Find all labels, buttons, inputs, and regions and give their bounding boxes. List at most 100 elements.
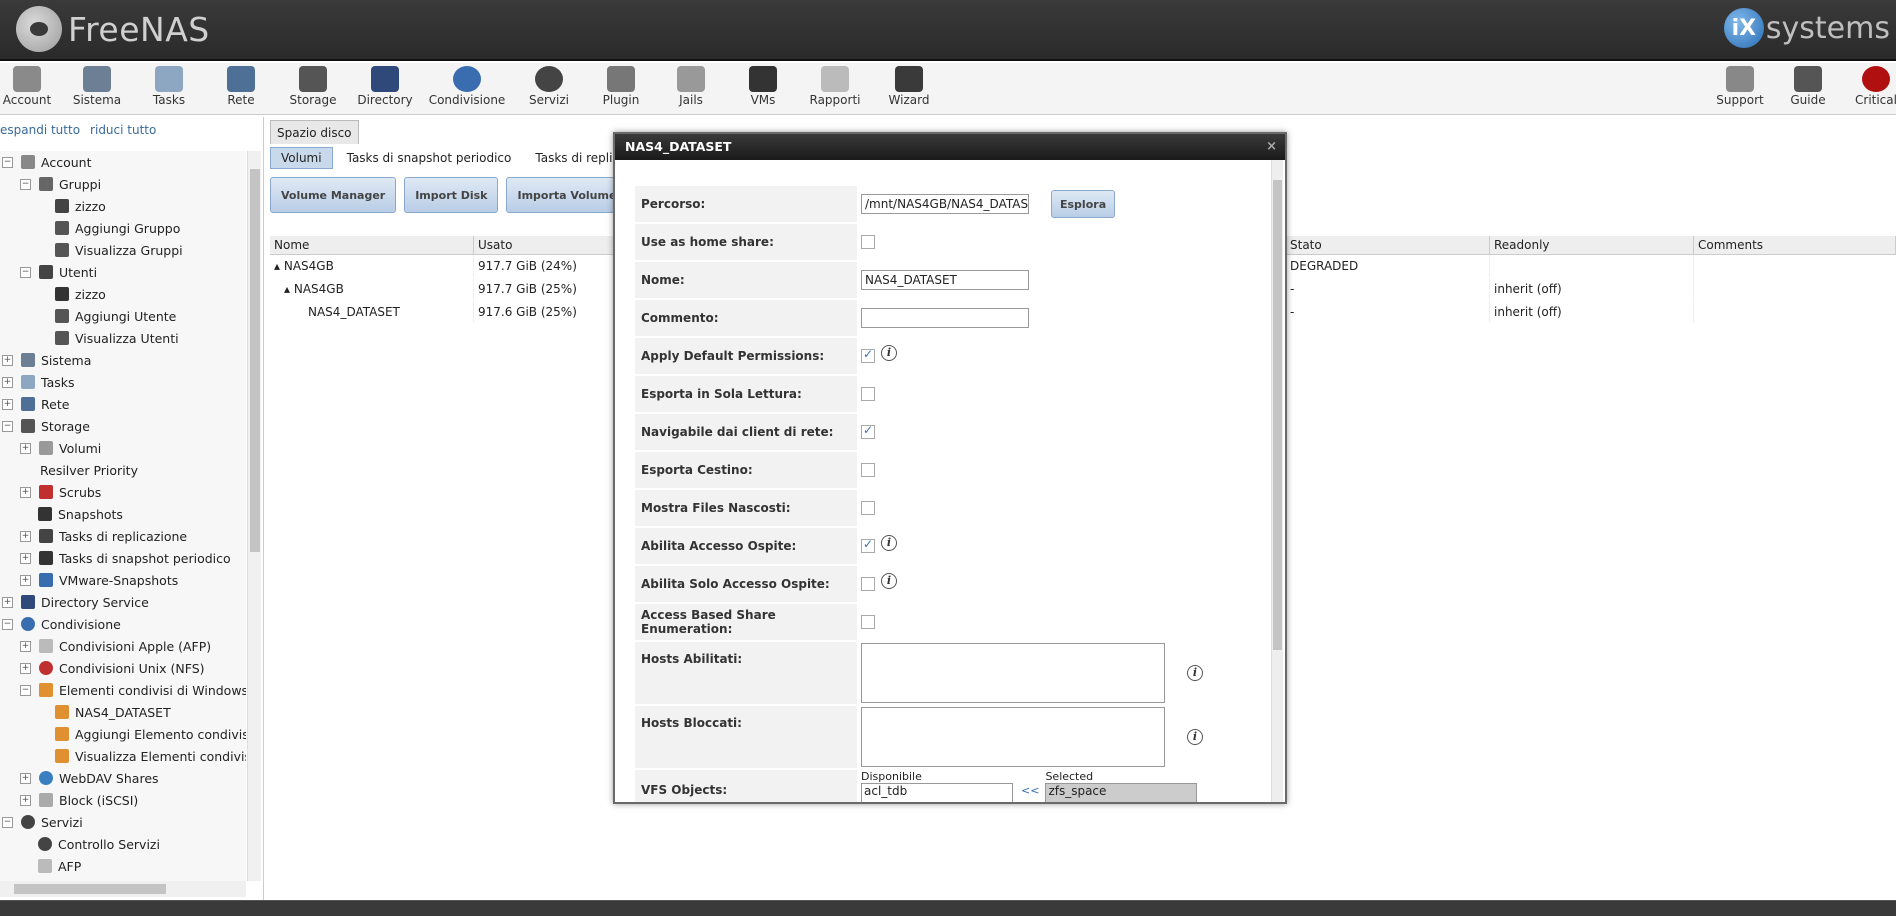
expand-toggle[interactable]: + [2, 398, 13, 410]
scroll-thumb[interactable] [14, 884, 166, 894]
subtab-periodic-snapshots[interactable]: Tasks di snapshot periodico [337, 148, 522, 168]
toolbar-jails-button[interactable]: Jails [656, 66, 726, 107]
comment-field[interactable] [861, 308, 1029, 328]
hidden-files-checkbox[interactable] [861, 501, 875, 515]
toolbar-directory-button[interactable]: Directory [350, 66, 420, 107]
info-icon[interactable]: i [1187, 729, 1203, 745]
tree-item-sistema[interactable]: + Sistema [2, 349, 91, 371]
expand-toggle[interactable]: + [20, 794, 31, 806]
tree-item-resilver-priority[interactable]: Resilver Priority [40, 459, 138, 481]
toolbar-rapporti-button[interactable]: Rapporti [800, 66, 870, 107]
dialog-title-bar[interactable]: NAS4_DATASET × [615, 134, 1285, 160]
recyclebin-checkbox[interactable] [861, 463, 875, 477]
collapse-toggle[interactable]: − [2, 816, 13, 828]
move-left-button[interactable]: << [1021, 784, 1039, 797]
expand-toggle[interactable]: + [20, 640, 31, 652]
toolbar-support-button[interactable]: Support [1705, 66, 1775, 107]
tree-item-group-zizzo[interactable]: zizzo [55, 195, 106, 217]
tree-item-smb-nas4-dataset[interactable]: NAS4_DATASET [55, 701, 171, 723]
tree-item-afp-shares[interactable]: + Condivisioni Apple (AFP) [20, 635, 211, 657]
expand-toggle[interactable]: + [20, 574, 31, 586]
expand-toggle[interactable]: + [2, 596, 13, 608]
scroll-thumb[interactable] [1273, 180, 1282, 650]
guest-access-checkbox[interactable] [861, 537, 875, 553]
expand-toggle[interactable]: + [20, 442, 31, 454]
abse-checkbox[interactable] [861, 615, 875, 629]
readonly-checkbox[interactable] [861, 387, 875, 401]
expand-toggle[interactable]: + [20, 486, 31, 498]
collapse-toggle[interactable]: − [20, 684, 31, 696]
toolbar-sistema-button[interactable]: Sistema [62, 66, 132, 107]
tree-vertical-scrollbar[interactable] [247, 151, 261, 881]
expand-toggle[interactable]: + [20, 772, 31, 784]
tree-item-view-groups[interactable]: Visualizza Gruppi [55, 239, 183, 261]
info-icon[interactable]: i [1187, 665, 1203, 681]
tree-item-afp[interactable]: AFP [38, 855, 81, 877]
toolbar-storage-button[interactable]: Storage [278, 66, 348, 107]
tree-item-iscsi[interactable]: + Block (iSCSI) [20, 789, 138, 811]
hosts-deny-textarea[interactable] [861, 707, 1165, 767]
collapse-all-link[interactable]: riduci tutto [90, 123, 156, 137]
vfs-selected-list[interactable]: zfs_space [1045, 783, 1198, 802]
tree-item-directory-service[interactable]: + Directory Service [2, 591, 149, 613]
vfs-available-item[interactable]: acl_tdb [864, 784, 907, 798]
collapse-toggle[interactable]: − [2, 420, 13, 432]
toolbar-tasks-button[interactable]: Tasks [134, 66, 204, 107]
tree-item-scrubs[interactable]: + Scrubs [20, 481, 101, 503]
close-icon[interactable]: × [1266, 134, 1277, 160]
tree-item-volumi[interactable]: + Volumi [20, 437, 101, 459]
freenas-logo[interactable]: FreeNAS [16, 4, 210, 54]
tree-item-account[interactable]: − Account [2, 151, 91, 173]
tree-item-storage[interactable]: − Storage [2, 415, 90, 437]
toolbar-critical-button[interactable]: Critical [1841, 66, 1896, 107]
default-permissions-checkbox[interactable] [861, 347, 875, 363]
tree-item-rete[interactable]: + Rete [2, 393, 69, 415]
column-header-nome[interactable]: Nome [270, 236, 474, 255]
toolbar-plugin-button[interactable]: Plugin [586, 66, 656, 107]
info-icon[interactable]: i [881, 535, 897, 551]
home-share-checkbox[interactable] [861, 235, 875, 249]
vfs-available-list[interactable]: acl_tdb [861, 783, 1013, 802]
tree-item-snapshots[interactable]: Snapshots [38, 503, 123, 525]
info-icon[interactable]: i [881, 573, 897, 589]
tree-item-servizi[interactable]: − Servizi [2, 811, 83, 833]
tab-spazio-disco[interactable]: Spazio disco [270, 120, 359, 144]
tree-item-periodic-snapshot-tasks[interactable]: + Tasks di snapshot periodico [20, 547, 231, 569]
hosts-allow-textarea[interactable] [861, 643, 1165, 703]
tree-item-user-zizzo[interactable]: zizzo [55, 283, 106, 305]
subtab-volumi[interactable]: Volumi [270, 147, 333, 169]
tree-item-tasks[interactable]: + Tasks [2, 371, 75, 393]
tree-horizontal-scrollbar[interactable] [0, 881, 246, 897]
toolbar-servizi-button[interactable]: Servizi [514, 66, 584, 107]
toolbar-guide-button[interactable]: Guide [1773, 66, 1843, 107]
tree-item-add-group[interactable]: Aggiungi Gruppo [55, 217, 180, 239]
collapse-toggle[interactable]: − [20, 266, 31, 278]
vfs-selected-item[interactable]: zfs_space [1048, 784, 1106, 798]
browse-button[interactable]: Esplora [1051, 190, 1116, 218]
tree-item-view-users[interactable]: Visualizza Utenti [55, 327, 179, 349]
tree-item-replication-tasks[interactable]: + Tasks di replicazione [20, 525, 187, 547]
import-volume-button[interactable]: Importa Volume [506, 177, 628, 213]
collapse-toggle[interactable]: − [20, 178, 31, 190]
expand-toggle[interactable]: + [20, 662, 31, 674]
name-field[interactable]: NAS4_DATASET [861, 270, 1029, 290]
tree-item-condivisione[interactable]: − Condivisione [2, 613, 121, 635]
tree-item-utenti[interactable]: − Utenti [20, 261, 97, 283]
tree-item-webdav-shares[interactable]: + WebDAV Shares [20, 767, 159, 789]
toolbar-condivisione-button[interactable]: Condivisione [429, 66, 505, 107]
tree-item-control-services[interactable]: Controllo Servizi [38, 833, 160, 855]
column-header-comments[interactable]: Comments [1694, 236, 1896, 255]
volume-manager-button[interactable]: Volume Manager [270, 177, 397, 213]
tree-item-gruppi[interactable]: − Gruppi [20, 173, 101, 195]
tree-item-add-user[interactable]: Aggiungi Utente [55, 305, 176, 327]
browsable-checkbox[interactable] [861, 423, 875, 439]
expand-toggle[interactable]: + [2, 376, 13, 388]
path-field[interactable]: /mnt/NAS4GB/NAS4_DATASET [861, 194, 1029, 214]
collapse-toggle[interactable]: − [2, 618, 13, 630]
toolbar-vms-button[interactable]: VMs [728, 66, 798, 107]
table-row[interactable]: NAS4_DATASET [304, 301, 474, 323]
table-row[interactable]: ▴ NAS4GB [270, 255, 474, 277]
expand-all-link[interactable]: espandi tutto [0, 123, 80, 137]
toolbar-wizard-button[interactable]: Wizard [874, 66, 944, 107]
expand-toggle[interactable]: + [20, 552, 31, 564]
